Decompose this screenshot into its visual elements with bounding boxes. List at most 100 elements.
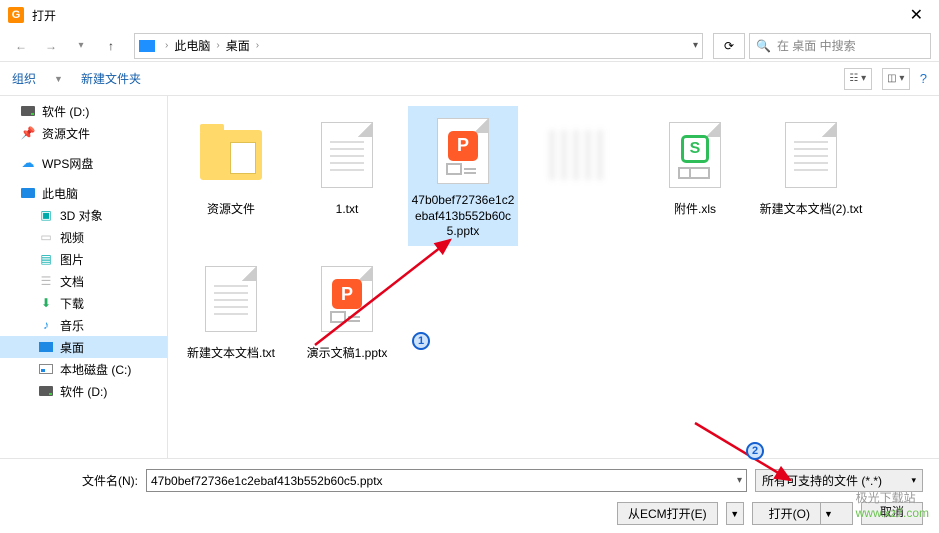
- sidebar-item-label: 软件 (D:): [60, 383, 107, 400]
- file-label: 附件.xls: [674, 202, 716, 218]
- drive-icon: [38, 384, 54, 398]
- filetype-value: 所有可支持的文件 (*.*): [762, 472, 882, 489]
- chevron-right-icon: ›: [256, 40, 259, 51]
- txt-icon: [311, 112, 383, 198]
- sidebar-item[interactable]: ⬇ 下载: [0, 292, 167, 314]
- drive-icon: [20, 104, 36, 118]
- sidebar-item-label: 文档: [60, 273, 84, 290]
- pptx-icon: P: [427, 112, 499, 189]
- chevron-down-icon: ▾: [911, 475, 916, 486]
- music-icon: ♪: [38, 318, 54, 332]
- doc-icon: ☰: [38, 274, 54, 288]
- sidebar-item[interactable]: ☰ 文档: [0, 270, 167, 292]
- file-item[interactable]: [524, 106, 634, 246]
- chevron-right-icon: ›: [165, 40, 168, 51]
- sidebar-item-label: 本地磁盘 (C:): [60, 361, 131, 378]
- forward-button: →: [38, 33, 64, 59]
- sidebar-item[interactable]: ▭视频: [0, 226, 167, 248]
- download-icon: ⬇: [38, 296, 54, 310]
- sidebar-item-label: 视频: [60, 229, 84, 246]
- file-item[interactable]: 资源文件: [176, 106, 286, 246]
- breadcrumb-current[interactable]: 桌面: [226, 37, 250, 54]
- view-mode-button[interactable]: ☷ ▾: [844, 68, 872, 90]
- open-dropdown-icon[interactable]: ▼: [820, 503, 836, 524]
- sidebar-item-label: 资源文件: [42, 125, 90, 142]
- localc-icon: [38, 362, 54, 376]
- file-item[interactable]: P47b0bef72736e1c2ebaf413b552b60c5.pptx: [408, 106, 518, 246]
- help-button[interactable]: ?: [920, 71, 927, 86]
- sidebar-item[interactable]: 桌面: [0, 336, 167, 358]
- up-button[interactable]: ↑: [98, 33, 124, 59]
- file-label: 新建文本文档(2).txt: [760, 202, 863, 218]
- close-icon[interactable]: ✕: [902, 5, 931, 25]
- search-input[interactable]: 🔍 在 桌面 中搜索: [749, 33, 931, 59]
- file-item[interactable]: 新建文本文档.txt: [176, 250, 286, 390]
- folder-icon: [195, 112, 267, 198]
- sidebar-item[interactable]: ▤ 图片: [0, 248, 167, 270]
- file-label: 新建文本文档.txt: [187, 346, 275, 362]
- filetype-dropdown[interactable]: 所有可支持的文件 (*.*) ▾: [755, 469, 923, 492]
- pptx-icon: P: [311, 256, 383, 342]
- ecm-dropdown-icon[interactable]: ▼: [726, 502, 744, 525]
- sidebar-item[interactable]: ▣3D 对象: [0, 204, 167, 226]
- cloud-icon: ☁: [20, 156, 36, 170]
- breadcrumb[interactable]: › 此电脑 › 桌面 › ▾: [134, 33, 703, 59]
- sidebar-item[interactable]: ♪ 音乐: [0, 314, 167, 336]
- chevron-right-icon: ›: [216, 40, 219, 51]
- sidebar-item[interactable]: 此电脑: [0, 182, 167, 204]
- sidebar-item-label: 音乐: [60, 317, 84, 334]
- recent-dropdown-icon[interactable]: ▾: [68, 33, 94, 59]
- location-icon: [139, 40, 155, 52]
- sidebar-item-label: 图片: [60, 251, 84, 268]
- blur-icon: [543, 112, 615, 198]
- open-button[interactable]: 打开(O) ▼: [752, 502, 853, 525]
- sidebar-item[interactable]: ☁ WPS网盘: [0, 152, 167, 174]
- file-list: 资源文件 1.txt P47b0bef72736e1c2ebaf413b552b60…: [168, 96, 939, 458]
- pin-icon: 📌: [20, 126, 36, 140]
- sidebar-item[interactable]: 软件 (D:): [0, 100, 167, 122]
- back-button[interactable]: ←: [8, 33, 34, 59]
- search-icon: 🔍: [756, 39, 771, 53]
- navbar: ← → ▾ ↑ › 此电脑 › 桌面 › ▾ ⟳ 🔍 在 桌面 中搜索: [0, 30, 939, 62]
- chevron-down-icon[interactable]: ▾: [737, 475, 742, 486]
- titlebar: G 打开 ✕: [0, 0, 939, 30]
- sidebar-item-label: 桌面: [60, 339, 84, 356]
- file-item[interactable]: 新建文本文档(2).txt: [756, 106, 866, 246]
- organize-button[interactable]: 组织: [12, 70, 36, 87]
- sidebar-item-label: WPS网盘: [42, 155, 93, 172]
- file-item[interactable]: 1.txt: [292, 106, 402, 246]
- cancel-button[interactable]: 取消: [861, 502, 923, 525]
- sidebar-item[interactable]: 本地磁盘 (C:): [0, 358, 167, 380]
- chevron-down-icon[interactable]: ▼: [54, 74, 63, 84]
- sidebar-item-label: 下载: [60, 295, 84, 312]
- window-title: 打开: [32, 7, 56, 24]
- chevron-down-icon[interactable]: ▾: [693, 40, 698, 51]
- search-placeholder: 在 桌面 中搜索: [777, 37, 856, 54]
- new-folder-button[interactable]: 新建文件夹: [81, 70, 141, 87]
- file-label: 资源文件: [207, 202, 255, 218]
- sidebar-item-label: 3D 对象: [60, 207, 103, 224]
- file-label: 1.txt: [336, 202, 359, 218]
- pc-icon: [20, 186, 36, 200]
- file-item[interactable]: P 演示文稿1.pptx: [292, 250, 402, 390]
- cancel-label: 取消: [880, 505, 904, 519]
- txt-icon: [775, 112, 847, 198]
- file-label: 演示文稿1.pptx: [307, 346, 388, 362]
- desktop-icon: [38, 340, 54, 354]
- picture-icon: ▤: [38, 252, 54, 266]
- preview-pane-button[interactable]: ◫ ▾: [882, 68, 910, 90]
- sidebar-item[interactable]: 📌 资源文件: [0, 122, 167, 144]
- sidebar: 软件 (D:) 📌 资源文件 ☁ WPS网盘此电脑 ▣3D 对象▭视频 ▤ 图片 ☰ 文档 ⬇ 下载 ♪…: [0, 96, 168, 458]
- sidebar-item-label: 此电脑: [42, 185, 78, 202]
- bottom-panel: 文件名(N): 47b0bef72736e1c2ebaf413b552b60c5…: [0, 458, 939, 533]
- ecm-label: 从ECM打开(E): [628, 505, 707, 522]
- xls-icon: S: [659, 112, 731, 198]
- sidebar-item-label: 软件 (D:): [42, 103, 89, 120]
- filename-input[interactable]: 47b0bef72736e1c2ebaf413b552b60c5.pptx ▾: [146, 469, 747, 492]
- toolbar: 组织 ▼ 新建文件夹 ☷ ▾ ◫ ▾ ?: [0, 62, 939, 96]
- file-item[interactable]: S 附件.xls: [640, 106, 750, 246]
- sidebar-item[interactable]: 软件 (D:): [0, 380, 167, 402]
- refresh-button[interactable]: ⟳: [713, 33, 745, 59]
- breadcrumb-root[interactable]: 此电脑: [174, 37, 210, 54]
- ecm-open-button[interactable]: 从ECM打开(E): [617, 502, 718, 525]
